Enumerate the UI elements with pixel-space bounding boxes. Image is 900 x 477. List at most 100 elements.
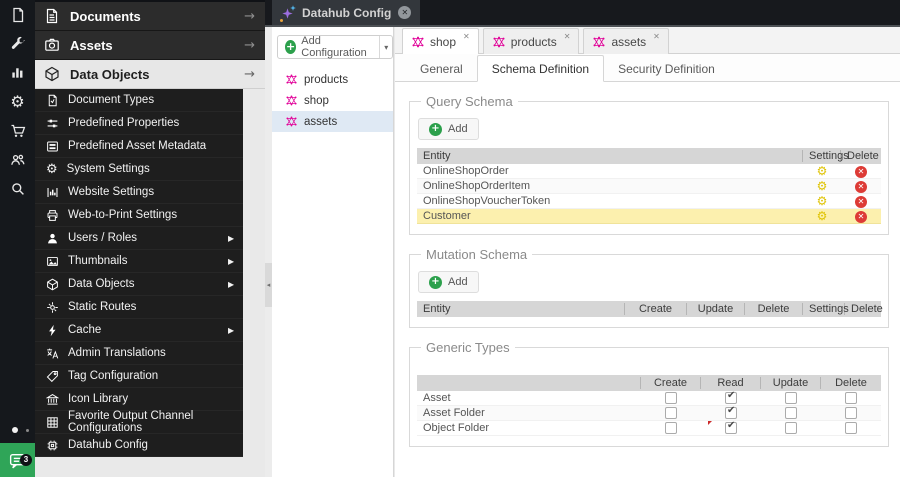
- sidebar-item-datahub-config[interactable]: Datahub Config: [35, 434, 243, 457]
- collapse-handle[interactable]: ◂: [265, 263, 272, 307]
- update-checkbox[interactable]: [785, 392, 797, 404]
- column-header-delete[interactable]: Delete: [821, 377, 881, 389]
- ecommerce-nav-button[interactable]: [0, 116, 35, 145]
- column-header-entity[interactable]: Entity: [417, 303, 625, 315]
- table-row-highlighted[interactable]: Customer ⚙ ✕: [417, 209, 881, 224]
- reports-nav-button[interactable]: [0, 58, 35, 87]
- sidebar-item-icon-library[interactable]: Icon Library: [35, 388, 243, 411]
- table-row[interactable]: OnlineShopOrder ⚙ ✕: [417, 164, 881, 179]
- update-checkbox[interactable]: [785, 407, 797, 419]
- sidebar-item-website-settings[interactable]: Website Settings: [35, 181, 243, 204]
- sidebar-item-cache[interactable]: Cache ▸: [35, 319, 243, 342]
- table-row[interactable]: OnlineShopVoucherToken ⚙ ✕: [417, 194, 881, 209]
- delete-icon[interactable]: ✕: [855, 165, 867, 178]
- sidebar-item-static-routes[interactable]: Static Routes: [35, 296, 243, 319]
- settings-icon[interactable]: ⚙: [817, 195, 828, 207]
- sidebar-item-document-types[interactable]: Document Types: [35, 89, 243, 112]
- lightning-bolt-icon: [46, 324, 59, 337]
- sidebar-item-data-objects[interactable]: Data Objects ▸: [35, 273, 243, 296]
- close-icon[interactable]: ✕: [463, 32, 470, 41]
- column-header-create[interactable]: Create: [625, 303, 687, 315]
- tab-assets[interactable]: assets ✕: [583, 28, 669, 54]
- sidebar-item-web-to-print-settings[interactable]: Web-to-Print Settings: [35, 204, 243, 227]
- column-header-entity[interactable]: Entity: [417, 150, 803, 162]
- sidebar-item-tag-configuration[interactable]: Tag Configuration: [35, 365, 243, 388]
- close-icon[interactable]: ✕: [653, 32, 660, 41]
- accordion-data-objects[interactable]: Data Objects →: [35, 60, 265, 89]
- create-checkbox[interactable]: [665, 407, 677, 419]
- settings-icon[interactable]: ⚙: [817, 210, 828, 222]
- delete-icon[interactable]: ✕: [855, 210, 867, 223]
- delete-checkbox[interactable]: [845, 407, 857, 419]
- add-button-label: Add: [448, 276, 468, 288]
- customers-nav-button[interactable]: [0, 145, 35, 174]
- tree-item-assets[interactable]: assets: [272, 111, 393, 132]
- read-checkbox[interactable]: [725, 420, 737, 434]
- column-header-delete[interactable]: Delete: [745, 303, 803, 315]
- sidebar-item-users-roles[interactable]: Users / Roles ▸: [35, 227, 243, 250]
- graphql-icon: [286, 74, 297, 85]
- settings-nav-button[interactable]: ⚙: [0, 87, 35, 116]
- accordion-assets[interactable]: Assets →: [35, 31, 265, 60]
- search-nav-button[interactable]: [0, 174, 35, 203]
- close-icon[interactable]: ✕: [564, 32, 571, 41]
- table-row[interactable]: OnlineShopOrderItem ⚙ ✕: [417, 179, 881, 194]
- add-configuration-label: Add Configuration: [301, 35, 367, 59]
- column-header-settings[interactable]: Settings: [803, 303, 849, 315]
- create-checkbox[interactable]: [665, 422, 677, 434]
- delete-icon[interactable]: ✕: [855, 195, 867, 208]
- gear-icon: ⚙: [10, 92, 25, 111]
- add-configuration-split-button[interactable]: + Add Configuration ▾: [277, 35, 394, 59]
- sidebar-item-label: Admin Translations: [68, 347, 166, 359]
- column-header-delete[interactable]: Delete: [845, 303, 883, 315]
- sidebar-item-predefined-asset-metadata[interactable]: Predefined Asset Metadata: [35, 135, 243, 158]
- accordion-data-objects-label: Data Objects: [70, 66, 150, 82]
- update-checkbox[interactable]: [785, 422, 797, 434]
- sidebar-item-system-settings[interactable]: ⚙ System Settings: [35, 158, 243, 181]
- grid-header-row: Entity Create Update Delete Settings Del…: [417, 301, 883, 317]
- top-tab-bar: Datahub Config ✕: [265, 0, 900, 27]
- query-schema-add-button[interactable]: + Add: [418, 118, 479, 140]
- column-header-update[interactable]: Update: [687, 303, 745, 315]
- subtab-general[interactable]: General: [406, 55, 477, 82]
- add-configuration-button[interactable]: + Add Configuration: [278, 35, 379, 59]
- tree-item-label: assets: [304, 115, 338, 128]
- entity-cell: OnlineShopVoucherToken: [423, 195, 551, 207]
- gear-icon: ⚙: [46, 161, 58, 177]
- mutation-schema-add-button[interactable]: + Add: [418, 271, 479, 293]
- delete-checkbox[interactable]: [845, 422, 857, 434]
- tree-item-products[interactable]: products: [272, 69, 393, 90]
- subtab-security-definition[interactable]: Security Definition: [604, 55, 729, 82]
- document-nav-button[interactable]: [0, 0, 35, 29]
- column-header-settings[interactable]: Settings: [803, 150, 849, 162]
- subtab-schema-definition[interactable]: Schema Definition: [476, 55, 605, 82]
- sidebar-item-predefined-properties[interactable]: Predefined Properties: [35, 112, 243, 135]
- create-checkbox[interactable]: [665, 392, 677, 404]
- settings-icon[interactable]: ⚙: [817, 165, 828, 177]
- column-header-delete[interactable]: Delete: [841, 150, 881, 162]
- column-header-update[interactable]: Update: [761, 377, 821, 389]
- delete-checkbox[interactable]: [845, 392, 857, 404]
- sidebar-item-admin-translations[interactable]: Admin Translations: [35, 342, 243, 365]
- search-icon: [10, 181, 26, 197]
- datahub-config-window-tab[interactable]: Datahub Config ✕: [272, 0, 421, 25]
- column-header-read[interactable]: Read: [701, 377, 761, 389]
- sidebar-item-favorite-output-channel-configurations[interactable]: Favorite Output Channel Configurations: [35, 410, 243, 434]
- read-checkbox[interactable]: [725, 405, 737, 419]
- accordion-documents[interactable]: Documents →: [35, 2, 265, 31]
- left-icon-strip: ⚙ 3: [0, 0, 35, 477]
- definition-subtabs: General Schema Definition Security Defin…: [395, 54, 900, 82]
- notifications-chat-button[interactable]: 3: [0, 443, 35, 477]
- tools-nav-button[interactable]: [0, 29, 35, 58]
- delete-icon[interactable]: ✕: [855, 180, 867, 193]
- add-configuration-dropdown-arrow[interactable]: ▾: [379, 36, 392, 58]
- sidebar-item-thumbnails[interactable]: Thumbnails ▸: [35, 250, 243, 273]
- settings-icon[interactable]: ⚙: [817, 180, 828, 192]
- tree-item-shop[interactable]: shop: [272, 90, 393, 111]
- tab-products[interactable]: products ✕: [482, 28, 580, 54]
- tab-shop[interactable]: shop ✕: [402, 28, 479, 54]
- shopping-cart-icon: [10, 123, 26, 139]
- column-header-create[interactable]: Create: [641, 377, 701, 389]
- read-checkbox[interactable]: [725, 390, 737, 404]
- close-icon[interactable]: ✕: [398, 6, 412, 19]
